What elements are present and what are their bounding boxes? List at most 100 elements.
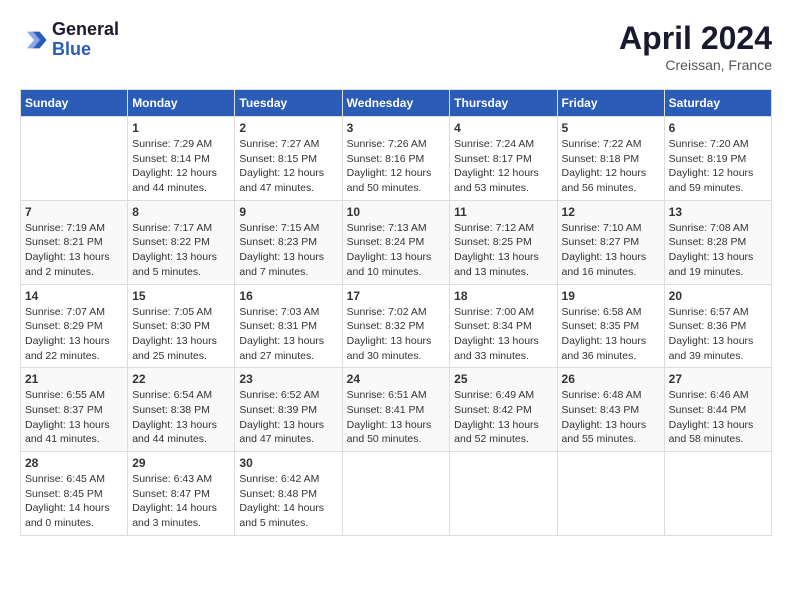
cell-info: Sunrise: 7:26 AM Sunset: 8:16 PM Dayligh… <box>347 137 446 196</box>
calendar-cell <box>450 452 557 536</box>
day-number: 12 <box>562 205 660 219</box>
cell-info: Sunrise: 6:48 AM Sunset: 8:43 PM Dayligh… <box>562 388 660 447</box>
cell-info: Sunrise: 6:45 AM Sunset: 8:45 PM Dayligh… <box>25 472 123 531</box>
day-number: 19 <box>562 289 660 303</box>
location: Creissan, France <box>619 57 772 73</box>
col-header-sunday: Sunday <box>21 90 128 117</box>
cell-info: Sunrise: 6:58 AM Sunset: 8:35 PM Dayligh… <box>562 305 660 364</box>
cell-info: Sunrise: 6:57 AM Sunset: 8:36 PM Dayligh… <box>669 305 767 364</box>
day-number: 28 <box>25 456 123 470</box>
calendar-week-2: 7 Sunrise: 7:19 AM Sunset: 8:21 PM Daylig… <box>21 200 772 284</box>
calendar-cell: 10Sunrise: 7:13 AM Sunset: 8:24 PM Dayli… <box>342 200 450 284</box>
cell-info: Sunrise: 7:20 AM Sunset: 8:19 PM Dayligh… <box>669 137 767 196</box>
calendar-cell: 4 Sunrise: 7:24 AM Sunset: 8:17 PM Daylig… <box>450 117 557 201</box>
cell-info: Sunrise: 7:19 AM Sunset: 8:21 PM Dayligh… <box>25 221 123 280</box>
day-number: 23 <box>239 372 337 386</box>
cell-info: Sunrise: 6:46 AM Sunset: 8:44 PM Dayligh… <box>669 388 767 447</box>
day-number: 6 <box>669 121 767 135</box>
day-number: 21 <box>25 372 123 386</box>
cell-info: Sunrise: 6:52 AM Sunset: 8:39 PM Dayligh… <box>239 388 337 447</box>
cell-info: Sunrise: 7:10 AM Sunset: 8:27 PM Dayligh… <box>562 221 660 280</box>
calendar-cell: 24 Sunrise: 6:51 AM Sunset: 8:41 PM Dayli… <box>342 368 450 452</box>
cell-info: Sunrise: 6:54 AM Sunset: 8:38 PM Dayligh… <box>132 388 230 447</box>
day-number: 2 <box>239 121 337 135</box>
col-header-friday: Friday <box>557 90 664 117</box>
day-number: 7 <box>25 205 123 219</box>
cell-info: Sunrise: 7:24 AM Sunset: 8:17 PM Dayligh… <box>454 137 552 196</box>
calendar-table: SundayMondayTuesdayWednesdayThursdayFrid… <box>20 89 772 536</box>
calendar-cell: 6 Sunrise: 7:20 AM Sunset: 8:19 PM Daylig… <box>664 117 771 201</box>
cell-info: Sunrise: 6:43 AM Sunset: 8:47 PM Dayligh… <box>132 472 230 531</box>
logo-line1: General <box>52 20 119 40</box>
day-number: 25 <box>454 372 552 386</box>
calendar-cell: 13 Sunrise: 7:08 AM Sunset: 8:28 PM Dayli… <box>664 200 771 284</box>
cell-info: Sunrise: 7:22 AM Sunset: 8:18 PM Dayligh… <box>562 137 660 196</box>
day-number: 22 <box>132 372 230 386</box>
logo: General Blue <box>20 20 119 60</box>
day-number: 18 <box>454 289 552 303</box>
day-number: 30 <box>239 456 337 470</box>
day-number: 17 <box>347 289 446 303</box>
calendar-cell: 17Sunrise: 7:02 AM Sunset: 8:32 PM Dayli… <box>342 284 450 368</box>
col-header-tuesday: Tuesday <box>235 90 342 117</box>
calendar-cell: 5 Sunrise: 7:22 AM Sunset: 8:18 PM Daylig… <box>557 117 664 201</box>
day-number: 14 <box>25 289 123 303</box>
calendar-cell: 23 Sunrise: 6:52 AM Sunset: 8:39 PM Dayli… <box>235 368 342 452</box>
calendar-week-1: 1 Sunrise: 7:29 AM Sunset: 8:14 PM Daylig… <box>21 117 772 201</box>
calendar-week-5: 28 Sunrise: 6:45 AM Sunset: 8:45 PM Dayli… <box>21 452 772 536</box>
day-number: 20 <box>669 289 767 303</box>
calendar-cell: 22 Sunrise: 6:54 AM Sunset: 8:38 PM Dayli… <box>128 368 235 452</box>
cell-info: Sunrise: 7:07 AM Sunset: 8:29 PM Dayligh… <box>25 305 123 364</box>
cell-info: Sunrise: 7:03 AM Sunset: 8:31 PM Dayligh… <box>239 305 337 364</box>
cell-info: Sunrise: 7:08 AM Sunset: 8:28 PM Dayligh… <box>669 221 767 280</box>
col-header-saturday: Saturday <box>664 90 771 117</box>
day-number: 13 <box>669 205 767 219</box>
cell-info: Sunrise: 7:12 AM Sunset: 8:25 PM Dayligh… <box>454 221 552 280</box>
logo-icon <box>20 26 48 54</box>
calendar-cell: 3 Sunrise: 7:26 AM Sunset: 8:16 PM Daylig… <box>342 117 450 201</box>
calendar-week-4: 21 Sunrise: 6:55 AM Sunset: 8:37 PM Dayli… <box>21 368 772 452</box>
calendar-cell: 26Sunrise: 6:48 AM Sunset: 8:43 PM Dayli… <box>557 368 664 452</box>
col-header-monday: Monday <box>128 90 235 117</box>
day-number: 16 <box>239 289 337 303</box>
calendar-week-3: 14 Sunrise: 7:07 AM Sunset: 8:29 PM Dayli… <box>21 284 772 368</box>
page-header: General Blue April 2024 Creissan, France <box>20 20 772 73</box>
calendar-cell: 12 Sunrise: 7:10 AM Sunset: 8:27 PM Dayli… <box>557 200 664 284</box>
calendar-cell: 19 Sunrise: 6:58 AM Sunset: 8:35 PM Dayli… <box>557 284 664 368</box>
calendar-cell: 28 Sunrise: 6:45 AM Sunset: 8:45 PM Dayli… <box>21 452 128 536</box>
calendar-cell: 2 Sunrise: 7:27 AM Sunset: 8:15 PM Daylig… <box>235 117 342 201</box>
calendar-cell: 9Sunrise: 7:15 AM Sunset: 8:23 PM Daylig… <box>235 200 342 284</box>
calendar-cell: 30 Sunrise: 6:42 AM Sunset: 8:48 PM Dayli… <box>235 452 342 536</box>
calendar-cell <box>342 452 450 536</box>
cell-info: Sunrise: 7:29 AM Sunset: 8:14 PM Dayligh… <box>132 137 230 196</box>
cell-info: Sunrise: 7:05 AM Sunset: 8:30 PM Dayligh… <box>132 305 230 364</box>
cell-info: Sunrise: 7:15 AM Sunset: 8:23 PM Dayligh… <box>239 221 337 280</box>
cell-info: Sunrise: 6:42 AM Sunset: 8:48 PM Dayligh… <box>239 472 337 531</box>
day-number: 29 <box>132 456 230 470</box>
calendar-cell <box>557 452 664 536</box>
calendar-cell: 11Sunrise: 7:12 AM Sunset: 8:25 PM Dayli… <box>450 200 557 284</box>
logo-line2: Blue <box>52 40 119 60</box>
day-number: 5 <box>562 121 660 135</box>
calendar-cell: 8Sunrise: 7:17 AM Sunset: 8:22 PM Daylig… <box>128 200 235 284</box>
cell-info: Sunrise: 7:13 AM Sunset: 8:24 PM Dayligh… <box>347 221 446 280</box>
title-block: April 2024 Creissan, France <box>619 20 772 73</box>
calendar-cell: 7 Sunrise: 7:19 AM Sunset: 8:21 PM Daylig… <box>21 200 128 284</box>
cell-info: Sunrise: 6:49 AM Sunset: 8:42 PM Dayligh… <box>454 388 552 447</box>
col-header-wednesday: Wednesday <box>342 90 450 117</box>
day-number: 24 <box>347 372 446 386</box>
day-number: 4 <box>454 121 552 135</box>
cell-info: Sunrise: 6:55 AM Sunset: 8:37 PM Dayligh… <box>25 388 123 447</box>
cell-info: Sunrise: 7:27 AM Sunset: 8:15 PM Dayligh… <box>239 137 337 196</box>
day-number: 1 <box>132 121 230 135</box>
calendar-cell: 21 Sunrise: 6:55 AM Sunset: 8:37 PM Dayli… <box>21 368 128 452</box>
col-header-thursday: Thursday <box>450 90 557 117</box>
calendar-cell: 15Sunrise: 7:05 AM Sunset: 8:30 PM Dayli… <box>128 284 235 368</box>
calendar-cell: 1 Sunrise: 7:29 AM Sunset: 8:14 PM Daylig… <box>128 117 235 201</box>
cell-info: Sunrise: 6:51 AM Sunset: 8:41 PM Dayligh… <box>347 388 446 447</box>
calendar-cell: 16 Sunrise: 7:03 AM Sunset: 8:31 PM Dayli… <box>235 284 342 368</box>
day-number: 3 <box>347 121 446 135</box>
day-number: 27 <box>669 372 767 386</box>
month-title: April 2024 <box>619 20 772 57</box>
cell-info: Sunrise: 7:17 AM Sunset: 8:22 PM Dayligh… <box>132 221 230 280</box>
